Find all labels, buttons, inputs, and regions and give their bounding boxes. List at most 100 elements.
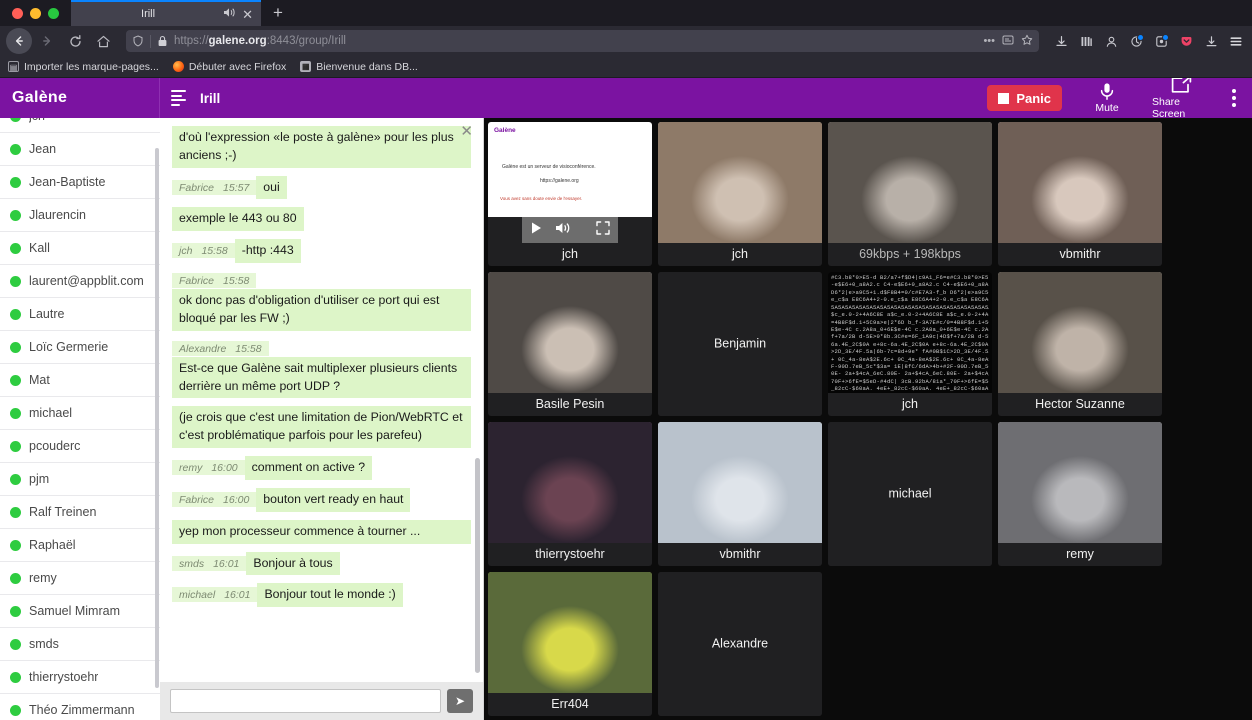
video-tile[interactable]: Benjamin bbox=[658, 272, 822, 416]
close-icon[interactable]: ✕ bbox=[460, 124, 473, 139]
extension-icon[interactable] bbox=[1153, 31, 1169, 51]
participant-item[interactable]: Mat bbox=[0, 364, 160, 397]
participant-item[interactable]: Théo Zimmermann bbox=[0, 694, 160, 720]
app-brand: Galène bbox=[12, 89, 68, 106]
participant-item[interactable]: remy bbox=[0, 562, 160, 595]
participant-item[interactable]: Jean-Baptiste bbox=[0, 166, 160, 199]
terminal-line: =4B8F$d.1+5C9a>e|2*6D b_f-3A7E#c/0=4B8F$… bbox=[831, 318, 989, 326]
maximize-window-button[interactable] bbox=[48, 7, 59, 19]
presentation-slide: Galène Galène est un serveur de visioconf… bbox=[488, 122, 652, 217]
participant-name: remy bbox=[29, 571, 57, 585]
video-tile[interactable]: #C3.b8*0>E5-d B2/a7+f$D4|c9A1_F6=e#C3.b8… bbox=[828, 272, 992, 416]
download-icon[interactable] bbox=[1053, 31, 1069, 51]
fullscreen-icon[interactable] bbox=[596, 220, 610, 240]
video-stream bbox=[998, 122, 1162, 243]
participant-item[interactable]: pcouderc bbox=[0, 430, 160, 463]
video-tile[interactable]: Galène Galène est un serveur de visioconf… bbox=[488, 122, 652, 266]
speaker-icon[interactable] bbox=[223, 7, 236, 21]
url-bar[interactable]: https://galene.org:8443/group/Irill ••• bbox=[126, 30, 1039, 52]
terminal-line: >2D_3E/4F.5a|6b-7c=8d+9e* fA#0B$1C>2D_3E… bbox=[831, 348, 989, 356]
chat-message-time: 15:58 bbox=[201, 245, 228, 258]
participant-item[interactable]: Raphaël bbox=[0, 529, 160, 562]
video-tile[interactable]: 69kbps + 198kbps bbox=[828, 122, 992, 266]
slide-line-1: Galène est un serveur de visioconférence… bbox=[502, 164, 596, 170]
back-button[interactable] bbox=[6, 28, 32, 54]
media-controls[interactable] bbox=[522, 217, 618, 243]
video-tile[interactable]: vbmithr bbox=[998, 122, 1162, 266]
chat-message-text: -http :443 bbox=[234, 239, 301, 264]
kebab-menu-icon[interactable] bbox=[1226, 89, 1242, 107]
participant-item[interactable]: Kall bbox=[0, 232, 160, 265]
participant-item[interactable]: Ralf Treinen bbox=[0, 496, 160, 529]
account-icon[interactable] bbox=[1103, 31, 1119, 51]
participants-scrollbar[interactable] bbox=[155, 148, 159, 688]
panic-label: Panic bbox=[1016, 90, 1051, 106]
bookmark-item-import[interactable]: ▤ Importer les marque-pages... bbox=[8, 61, 159, 73]
participant-item[interactable]: pjm bbox=[0, 463, 160, 496]
participant-item[interactable]: smds bbox=[0, 628, 160, 661]
bookmark-label: Importer les marque-pages... bbox=[24, 60, 159, 73]
chat-messages: d'où l'expression «le poste à galène» po… bbox=[160, 118, 483, 682]
video-tile[interactable]: Hector Suzanne bbox=[998, 272, 1162, 416]
participant-item[interactable]: jch bbox=[0, 118, 160, 133]
terminal-line: + 0C_4a-8eA$2E.6c+ 0C_4a-8eA$2E.6c+ 0C_4… bbox=[831, 355, 989, 363]
chat-scrollbar[interactable] bbox=[475, 458, 480, 673]
video-tile[interactable]: jch bbox=[658, 122, 822, 266]
pocket-icon[interactable] bbox=[1178, 31, 1194, 51]
participants-list: jch Jean Jean-Baptiste Jlaurencin Kall lauren… bbox=[0, 118, 160, 720]
bookmark-item-firefox[interactable]: Débuter avec Firefox bbox=[172, 60, 287, 73]
minimize-window-button[interactable] bbox=[30, 7, 41, 19]
video-tile[interactable]: thierrystoehr bbox=[488, 422, 652, 566]
panic-button[interactable]: Panic bbox=[987, 85, 1062, 111]
library-icon[interactable] bbox=[1078, 31, 1094, 51]
bookmark-label: Débuter avec Firefox bbox=[188, 60, 287, 73]
home-button[interactable] bbox=[90, 28, 116, 54]
star-icon[interactable] bbox=[1021, 34, 1033, 49]
mute-button[interactable]: Mute bbox=[1078, 82, 1136, 114]
participant-item[interactable]: laurent@appblit.com bbox=[0, 265, 160, 298]
save-icon[interactable] bbox=[1203, 31, 1219, 51]
terminal-line: -e$E6+0_a8A2.c C4-e$E6+0_a8A2.c C4-e$E6+… bbox=[831, 281, 989, 289]
video-tile[interactable]: michael bbox=[828, 422, 992, 566]
video-tile[interactable]: vbmithr bbox=[658, 422, 822, 566]
forward-button[interactable] bbox=[34, 28, 60, 54]
volume-icon[interactable] bbox=[555, 221, 572, 240]
lock-icon[interactable] bbox=[157, 35, 168, 47]
video-tile[interactable]: Alexandre bbox=[658, 572, 822, 716]
video-tile[interactable]: Basile Pesin bbox=[488, 272, 652, 416]
chat-message-text: Bonjour tout le monde :) bbox=[257, 583, 403, 608]
send-message-button[interactable]: ➤ bbox=[447, 689, 473, 713]
participant-item[interactable]: Jlaurencin bbox=[0, 199, 160, 232]
reader-icon[interactable] bbox=[1002, 34, 1014, 49]
participant-item[interactable]: michael bbox=[0, 397, 160, 430]
microphone-icon bbox=[1098, 82, 1116, 101]
presence-indicator-icon bbox=[10, 143, 21, 155]
reload-button[interactable] bbox=[62, 28, 88, 54]
browser-tab[interactable]: Irill ✕ bbox=[71, 0, 261, 26]
sidebar-toggle-icon[interactable] bbox=[171, 90, 186, 106]
participant-item[interactable]: Lautre bbox=[0, 298, 160, 331]
shield-icon[interactable] bbox=[132, 35, 144, 47]
camera-feed bbox=[998, 422, 1162, 543]
video-tile[interactable]: Err404 bbox=[488, 572, 652, 716]
participant-item[interactable]: Jean bbox=[0, 133, 160, 166]
play-icon[interactable] bbox=[530, 221, 543, 240]
window-controls[interactable] bbox=[0, 0, 71, 26]
chat-input[interactable] bbox=[170, 689, 441, 713]
close-window-button[interactable] bbox=[12, 7, 23, 19]
participants-sidebar[interactable]: jch Jean Jean-Baptiste Jlaurencin Kall lauren… bbox=[0, 118, 160, 720]
new-tab-button[interactable]: + bbox=[261, 0, 295, 26]
participant-item[interactable]: Loïc Germerie bbox=[0, 331, 160, 364]
sync-icon[interactable] bbox=[1128, 31, 1144, 51]
video-tile[interactable]: remy bbox=[998, 422, 1162, 566]
bookmarks-bar: ▤ Importer les marque-pages... Débuter a… bbox=[0, 56, 1252, 78]
menu-icon[interactable] bbox=[1228, 31, 1244, 51]
room-name: Irill bbox=[200, 90, 221, 106]
close-icon[interactable]: ✕ bbox=[242, 8, 253, 21]
share-screen-button[interactable]: Share Screen bbox=[1152, 78, 1210, 120]
participant-item[interactable]: thierrystoehr bbox=[0, 661, 160, 694]
presence-indicator-icon bbox=[10, 572, 21, 584]
participant-item[interactable]: Samuel Mimram bbox=[0, 595, 160, 628]
ellipsis-icon[interactable]: ••• bbox=[983, 35, 995, 47]
bookmark-item-db[interactable]: ▦ Bienvenue dans DB... bbox=[300, 61, 418, 73]
